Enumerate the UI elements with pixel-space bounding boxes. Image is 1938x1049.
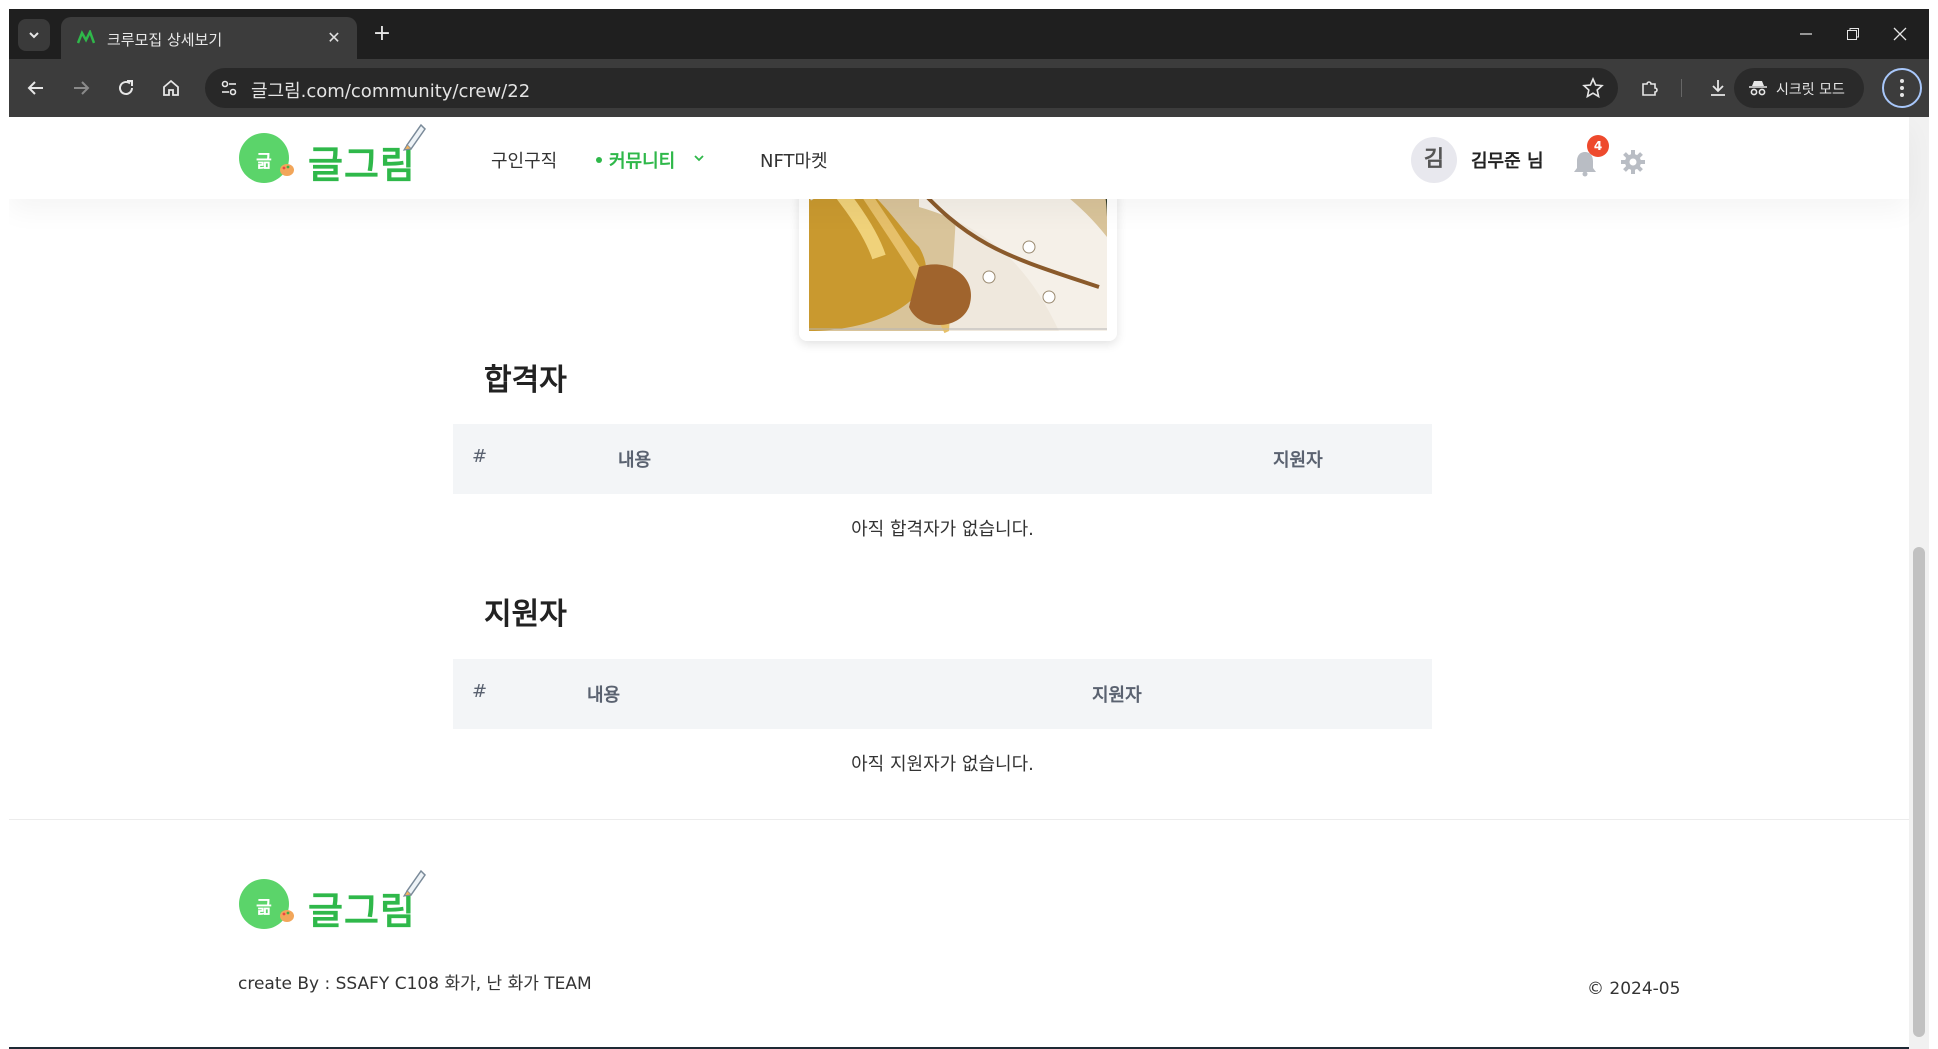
footer-divider [9,819,1909,820]
site-info-icon[interactable] [219,78,239,98]
palette-icon [280,910,294,922]
applicants-col-content: 내용 [587,685,621,706]
extensions-button[interactable] [1635,73,1665,103]
puzzle-icon [1642,81,1658,96]
accepted-empty-message: 아직 합격자가 없습니다. [851,519,1034,540]
minimize-button[interactable] [1788,21,1824,47]
new-tab-button[interactable]: + [369,22,395,48]
footer-logo-text: 글그림 [308,889,416,933]
back-button[interactable] [21,73,51,103]
applicants-table-header: # 내용 지원자 [453,659,1432,729]
toolbar-divider [1681,79,1682,97]
restore-button[interactable] [1835,21,1871,47]
arrow-left-icon [27,81,43,95]
tab-title: 크루모집 상세보기 [107,31,223,49]
site-header: 긂 글그림 구인구직 커뮤니티 NFT마켓 김 김무준 님 4 [9,117,1909,199]
nav-nft-market[interactable]: NFT마켓 [760,147,828,173]
restore-icon [1847,28,1859,40]
home-button[interactable] [156,73,186,103]
scrollbar-thumb[interactable] [1913,547,1925,1037]
minimize-icon [1800,33,1812,35]
nav-active-dot [596,157,602,163]
forward-button[interactable] [66,73,96,103]
page-viewport: 긂 글그림 구인구직 커뮤니티 NFT마켓 김 김무준 님 4 합격자 # 내용… [9,117,1929,1049]
address-bar[interactable]: 글그림.com/community/crew/22 [205,68,1618,108]
close-window-button[interactable] [1882,21,1918,47]
url-text[interactable]: 글그림.com/community/crew/22 [251,77,530,103]
accepted-col-applicant: 지원자 [1273,450,1323,471]
accepted-col-num: # [472,446,488,467]
browser-window: 크루모집 상세보기 ✕ + 글그림.com/community/crew/22 … [9,9,1929,1049]
applicants-col-num: # [472,681,488,702]
active-tab[interactable]: 크루모집 상세보기 ✕ [61,17,357,59]
tab-close-icon[interactable]: ✕ [323,26,345,48]
downloads-button[interactable] [1703,73,1733,103]
more-vertical-icon [1900,79,1904,97]
chevron-down-icon [29,32,39,39]
avatar[interactable]: 김 [1411,137,1457,183]
home-icon [163,79,179,96]
user-name[interactable]: 김무준 님 [1471,147,1544,173]
chevron-down-icon[interactable] [693,153,705,163]
reload-button[interactable] [111,73,141,103]
browser-toolbar: 글그림.com/community/crew/22 시크릿 모드 [9,59,1929,117]
notification-badge: 4 [1587,135,1609,157]
incognito-icon [1749,81,1767,96]
accepted-col-content: 내용 [618,450,652,471]
rocket-icon [402,123,426,151]
browser-menu-button[interactable] [1882,68,1922,108]
rocket-icon [402,869,426,897]
reload-icon [119,80,133,95]
tab-search-button[interactable] [18,19,50,51]
download-icon [1711,80,1725,96]
accepted-section-title: 합격자 [484,363,567,398]
arrow-right-icon [74,81,90,95]
tab-bar: 크루모집 상세보기 ✕ + [9,9,1929,59]
gear-icon[interactable] [1620,149,1646,175]
applicants-empty-message: 아직 지원자가 없습니다. [851,754,1034,775]
incognito-label: 시크릿 모드 [1776,82,1845,98]
accepted-table-header: # 내용 지원자 [453,424,1432,494]
nav-jobs[interactable]: 구인구직 [491,147,557,173]
page-scrollbar[interactable] [1909,117,1929,1049]
nav-community[interactable]: 커뮤니티 [609,147,675,173]
close-icon [1893,27,1907,41]
applicants-section-title: 지원자 [484,597,567,632]
site-favicon-icon [77,30,95,44]
palette-icon [280,164,294,176]
applicants-col-applicant: 지원자 [1092,685,1142,706]
footer-copyright: © 2024-05 [1587,979,1681,999]
footer-credit: create By : SSAFY C108 화가, 난 화가 TEAM [238,974,592,994]
incognito-indicator[interactable]: 시크릿 모드 [1734,68,1864,108]
bookmark-star-icon[interactable] [1582,77,1604,99]
logo-text: 글그림 [308,143,416,187]
